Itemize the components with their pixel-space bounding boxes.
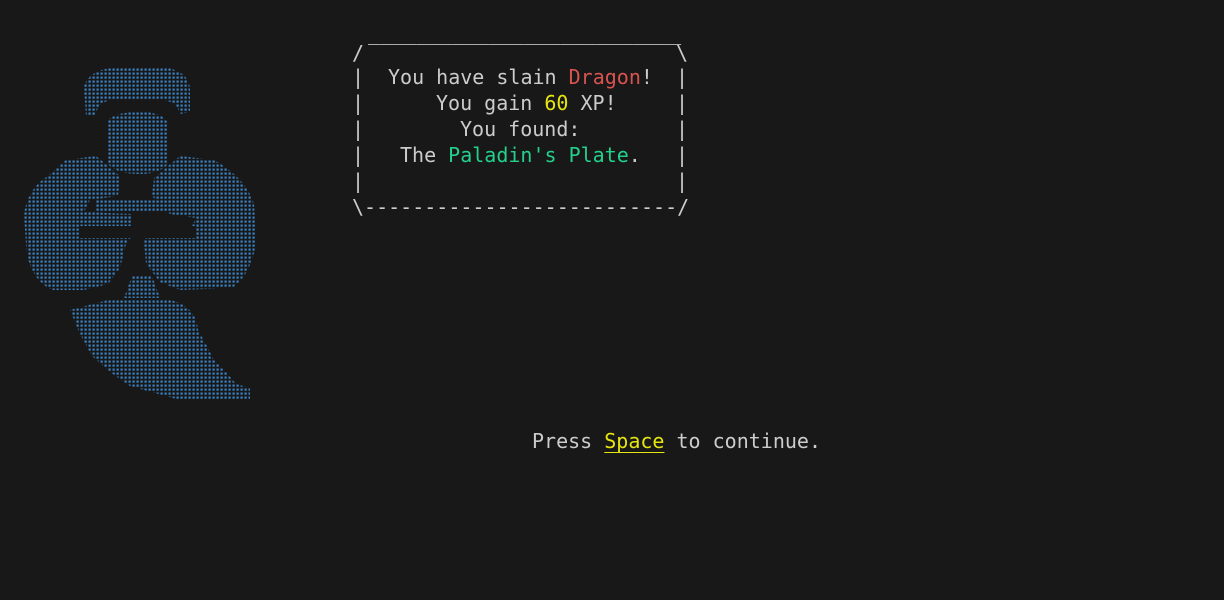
space-key-link[interactable]: Space bbox=[604, 429, 664, 453]
box-top-left-corner: / bbox=[352, 41, 365, 65]
xp-message: You gain 60 XP! bbox=[436, 90, 617, 116]
box-left-border: | bbox=[352, 65, 365, 89]
prompt-prefix: Press bbox=[532, 429, 605, 453]
xp-amount: 60 bbox=[544, 91, 569, 115]
box-right-border: | bbox=[676, 117, 689, 141]
continue-prompt: Press Space to continue. bbox=[532, 428, 821, 454]
slain-prefix: You have slain bbox=[388, 65, 569, 89]
box-left-border: | bbox=[352, 169, 365, 193]
prompt-suffix: to continue. bbox=[664, 429, 822, 453]
xp-prefix: You gain bbox=[436, 91, 545, 115]
box-right-border: | bbox=[676, 91, 689, 115]
found-label: You found: bbox=[460, 117, 581, 141]
box-right-border: | bbox=[676, 143, 689, 167]
box-top-right-corner: \ bbox=[676, 41, 689, 65]
loot-prefix: The bbox=[400, 143, 449, 167]
box-left-border: | bbox=[352, 143, 365, 167]
slain-suffix: ! bbox=[640, 65, 653, 89]
box-left-border: | bbox=[352, 117, 365, 141]
slain-message: You have slain Dragon! bbox=[388, 64, 653, 90]
dragon-ascii-art bbox=[0, 0, 280, 420]
box-right-border: | bbox=[676, 169, 689, 193]
box-right-border: | bbox=[676, 65, 689, 89]
xp-suffix: XP! bbox=[568, 91, 617, 115]
loot-message: The Paladin's Plate. bbox=[400, 142, 641, 168]
monster-name: Dragon bbox=[568, 65, 641, 89]
loot-suffix: . bbox=[628, 143, 641, 167]
box-left-border: | bbox=[352, 91, 365, 115]
box-top-border: __________________________ bbox=[356, 21, 682, 45]
item-name: Paladin's Plate bbox=[448, 143, 629, 167]
box-bottom-border: \--------------------------/ bbox=[352, 195, 690, 219]
